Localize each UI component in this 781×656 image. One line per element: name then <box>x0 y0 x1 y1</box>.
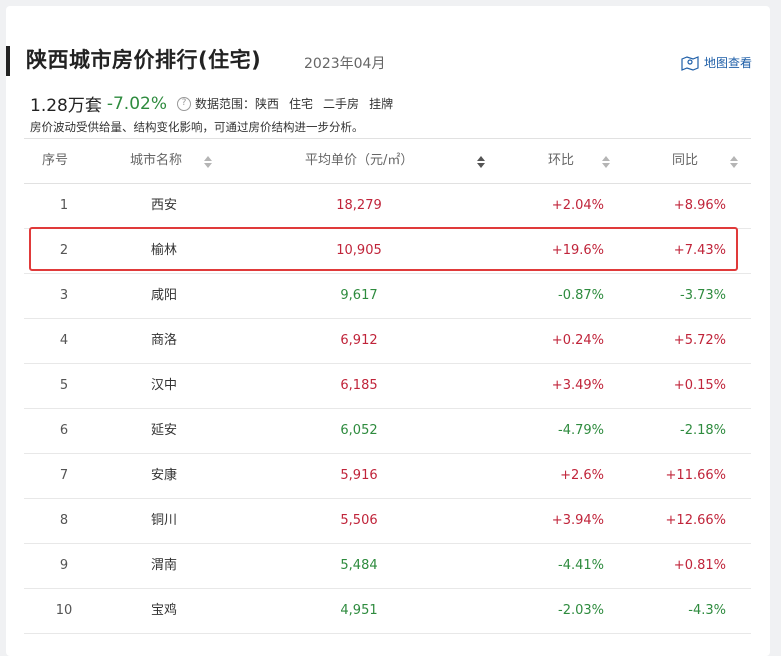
table-row[interactable]: 10 宝鸡 4,951 -2.03% -4.3% <box>24 589 751 634</box>
row-price: 6,185 <box>340 378 378 393</box>
scope-market: 二手房 <box>323 97 360 111</box>
table-row[interactable]: 1 西安 18,279 +2.04% +8.96% <box>24 184 751 229</box>
row-mom: -4.79% <box>558 423 604 438</box>
row-yoy: +11.66% <box>665 468 726 483</box>
row-city[interactable]: 宝鸡 <box>139 589 189 633</box>
row-city[interactable]: 延安 <box>139 409 189 453</box>
scope-region: 陕西 <box>255 97 280 111</box>
header-price-label: 平均单价（元/㎡） <box>305 153 414 168</box>
row-price: 9,617 <box>340 288 378 303</box>
row-price: 5,506 <box>340 513 378 528</box>
map-view-label: 地图查看 <box>703 56 752 70</box>
row-yoy: +8.96% <box>673 198 726 213</box>
row-city[interactable]: 安康 <box>139 454 189 498</box>
summary-line: 1.28万套 -7.02% ? 数据范围： 陕西 住宅 二手房 挂牌 <box>30 91 394 117</box>
header-city[interactable]: 城市名称 <box>130 139 182 183</box>
title-accent-bar <box>6 46 10 76</box>
row-index: 4 <box>59 333 69 348</box>
ranking-table: 序号 城市名称 平均单价（元/㎡） 环比 同比 1 西安 18,279 +2.0… <box>24 138 751 634</box>
table-row[interactable]: 2 榆林 10,905 +19.6% +7.43% <box>24 229 751 274</box>
row-city[interactable]: 铜川 <box>139 499 189 543</box>
price-note: 房价波动受供给量、结构变化影响，可通过房价结构进一步分析。 <box>30 120 364 134</box>
map-pin-icon <box>681 55 699 71</box>
row-mom: +2.04% <box>551 198 604 213</box>
header-index: 序号 <box>42 153 69 168</box>
row-index: 7 <box>59 468 69 483</box>
help-icon[interactable]: ? <box>177 96 191 111</box>
row-yoy: +12.66% <box>665 513 726 528</box>
sort-price-icon[interactable] <box>477 156 485 168</box>
listing-count: 1.28万套 <box>30 96 102 116</box>
row-yoy: -3.73% <box>680 288 726 303</box>
row-city[interactable]: 商洛 <box>139 319 189 363</box>
listing-change: -7.02% <box>106 93 167 114</box>
table-row[interactable]: 3 咸阳 9,617 -0.87% -3.73% <box>24 274 751 319</box>
scope-source: 挂牌 <box>369 97 394 111</box>
row-price: 6,912 <box>340 333 378 348</box>
row-index: 5 <box>59 378 69 393</box>
sort-yoy-icon[interactable] <box>730 156 738 168</box>
header-mom[interactable]: 环比 <box>548 139 574 183</box>
header-price[interactable]: 平均单价（元/㎡） <box>305 139 413 183</box>
row-yoy: +0.81% <box>673 558 726 573</box>
row-index: 10 <box>55 603 73 618</box>
header-yoy[interactable]: 同比 <box>672 139 698 183</box>
row-price: 5,916 <box>340 468 378 483</box>
report-date: 2023年04月 <box>304 56 386 72</box>
row-mom: +19.6% <box>551 243 604 258</box>
row-mom: +2.6% <box>560 468 604 483</box>
row-mom: -4.41% <box>558 558 604 573</box>
page-title: 陕西城市房价排行(住宅) <box>26 48 262 72</box>
row-yoy: -2.18% <box>680 423 726 438</box>
row-price: 6,052 <box>340 423 378 438</box>
scope-label: 数据范围： <box>195 97 256 111</box>
row-index: 2 <box>59 243 69 258</box>
table-row[interactable]: 8 铜川 5,506 +3.94% +12.66% <box>24 499 751 544</box>
row-yoy: +7.43% <box>673 243 726 258</box>
table-header: 序号 城市名称 平均单价（元/㎡） 环比 同比 <box>24 138 751 184</box>
row-mom: +3.94% <box>551 513 604 528</box>
sort-city-icon[interactable] <box>204 156 212 168</box>
header-city-label: 城市名称 <box>130 153 183 168</box>
row-index: 6 <box>59 423 69 438</box>
row-index: 3 <box>59 288 69 303</box>
header-yoy-label: 同比 <box>672 153 699 168</box>
table-row[interactable]: 9 渭南 5,484 -4.41% +0.81% <box>24 544 751 589</box>
table-row[interactable]: 4 商洛 6,912 +0.24% +5.72% <box>24 319 751 364</box>
row-mom: +3.49% <box>551 378 604 393</box>
row-price: 4,951 <box>340 603 378 618</box>
ranking-card: 陕西城市房价排行(住宅) 2023年04月 地图查看 1.28万套 -7.02%… <box>6 6 770 656</box>
table-row[interactable]: 5 汉中 6,185 +3.49% +0.15% <box>24 364 751 409</box>
row-yoy: +0.15% <box>673 378 726 393</box>
row-city[interactable]: 渭南 <box>139 544 189 588</box>
sort-mom-icon[interactable] <box>602 156 610 168</box>
row-index: 9 <box>59 558 69 573</box>
row-city[interactable]: 榆林 <box>139 229 189 273</box>
table-row[interactable]: 7 安康 5,916 +2.6% +11.66% <box>24 454 751 499</box>
row-city[interactable]: 西安 <box>139 184 189 228</box>
map-view-link[interactable]: 地图查看 <box>681 54 752 71</box>
row-mom: +0.24% <box>551 333 604 348</box>
row-price: 18,279 <box>336 198 382 213</box>
scope-type: 住宅 <box>289 97 314 111</box>
row-city[interactable]: 汉中 <box>139 364 189 408</box>
row-yoy: -4.3% <box>688 603 726 618</box>
row-price: 10,905 <box>336 243 382 258</box>
table-row[interactable]: 6 延安 6,052 -4.79% -2.18% <box>24 409 751 454</box>
row-mom: -0.87% <box>558 288 604 303</box>
row-city[interactable]: 咸阳 <box>139 274 189 318</box>
row-price: 5,484 <box>340 558 378 573</box>
row-yoy: +5.72% <box>673 333 726 348</box>
row-index: 8 <box>59 513 69 528</box>
row-mom: -2.03% <box>558 603 604 618</box>
header-mom-label: 环比 <box>548 153 575 168</box>
row-index: 1 <box>59 198 69 213</box>
